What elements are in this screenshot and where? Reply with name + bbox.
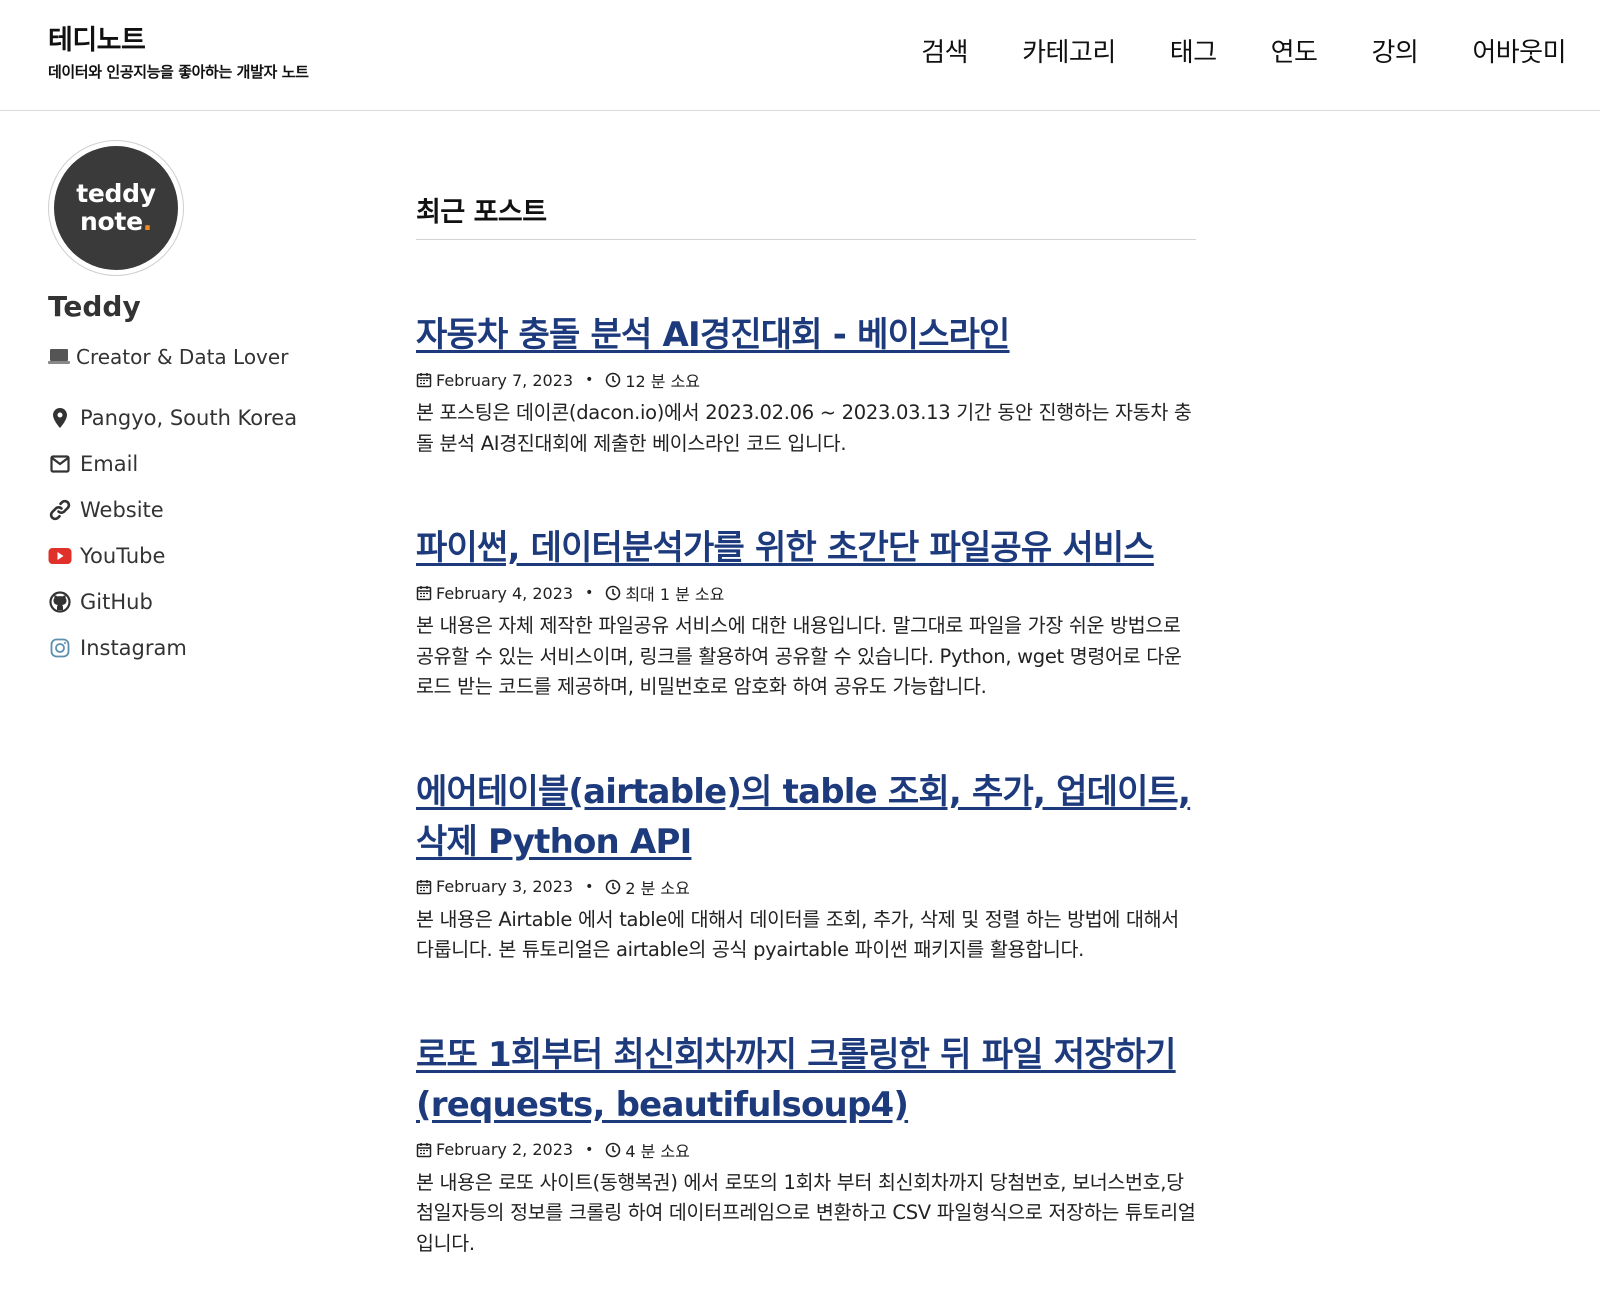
author-location: Pangyo, South Korea (48, 395, 348, 441)
recent-posts: 최근 포스트 자동차 충돌 분석 AI경진대회 - 베이스라인 February… (416, 190, 1196, 1259)
post-excerpt: 본 내용은 자체 제작한 파일공유 서비스에 대한 내용입니다. 말그대로 파일… (416, 614, 1182, 698)
envelope-icon (48, 452, 72, 476)
post-title-link[interactable]: 에어테이블(airtable)의 table 조회, 추가, 업데이트, 삭제 … (416, 767, 1196, 867)
map-pin-icon (48, 406, 72, 430)
author-link-youtube-label[interactable]: YouTube (80, 544, 165, 568)
nav-search[interactable]: 검색 (921, 32, 968, 69)
nav-lectures[interactable]: 강의 (1371, 32, 1418, 69)
post-item: 자동차 충돌 분석 AI경진대회 - 베이스라인 February 7, 202… (416, 310, 1196, 459)
author-link-github[interactable]: GitHub (48, 579, 348, 625)
masthead: 테디노트 데이터와 인공지능을 좋아하는 개발자 노트 검색 카테고리 태그 연… (0, 0, 1600, 111)
author-name: Teddy (48, 290, 141, 323)
calendar-icon (416, 1142, 432, 1158)
post-date: February 3, 2023 (436, 877, 574, 896)
author-bio: Creator & Data Lover (48, 345, 348, 369)
post-excerpt: 본 내용은 Airtable 에서 table에 대해서 데이터를 조회, 추가… (416, 907, 1179, 962)
post-date: February 7, 2023 (436, 370, 574, 390)
post-item: 로또 1회부터 최신회차까지 크롤링한 뒤 파일 저장하기 (requests,… (416, 1030, 1196, 1260)
author-link-website-label[interactable]: Website (80, 498, 164, 522)
post-read-time: 2 분 소요 (625, 878, 690, 898)
avatar-dot: . (142, 207, 153, 236)
post-read-time: 12 분 소요 (625, 372, 701, 391)
author-link-email-label[interactable]: Email (80, 452, 138, 476)
calendar-icon (416, 372, 432, 388)
post-meta: February 4, 2023 • 최대 1 분 소요 (416, 581, 1196, 605)
top-nav: 검색 카테고리 태그 연도 강의 어바웃미 (867, 32, 1566, 69)
post-title-link[interactable]: 로또 1회부터 최신회차까지 크롤링한 뒤 파일 저장하기 (requests,… (416, 1030, 1196, 1130)
author-sidebar: teddy note. Teddy Creator & Data Lover P… (48, 140, 348, 671)
post-title-link[interactable]: 파이썬, 데이터분석가를 위한 초간단 파일공유 서비스 (416, 523, 1196, 573)
post-read-time: 최대 1 분 소요 (625, 585, 725, 604)
post-excerpt: 본 포스팅은 데이콘(dacon.io)에서 2023.02.06 ~ 2023… (416, 401, 1192, 455)
post-title-link[interactable]: 자동차 충돌 분석 AI경진대회 - 베이스라인 (416, 310, 1196, 360)
post-date: February 2, 2023 (436, 1140, 574, 1159)
nav-tags[interactable]: 태그 (1170, 32, 1217, 69)
laptop-icon (48, 349, 70, 365)
meta-separator: • (585, 585, 594, 601)
youtube-icon (48, 544, 72, 568)
clock-icon (605, 879, 621, 895)
github-icon (48, 590, 72, 614)
avatar-text-line2: note. (80, 208, 152, 236)
meta-separator: • (585, 878, 594, 895)
meta-separator: • (585, 1141, 594, 1158)
post-item: 에어테이블(airtable)의 table 조회, 추가, 업데이트, 삭제 … (416, 767, 1196, 966)
post-excerpt: 본 내용은 로또 사이트(동행복권) 에서 로또의 1회차 부터 최신회차까지 … (416, 1170, 1196, 1255)
author-link-instagram-label[interactable]: Instagram (80, 636, 187, 660)
author-location-label: Pangyo, South Korea (80, 406, 298, 430)
post-read-time: 4 분 소요 (625, 1141, 690, 1161)
clock-icon (605, 372, 621, 388)
author-link-youtube[interactable]: YouTube (48, 533, 348, 579)
nav-about[interactable]: 어바웃미 (1472, 32, 1566, 69)
clock-icon (605, 585, 621, 601)
nav-categories[interactable]: 카테고리 (1022, 32, 1116, 69)
link-icon (48, 498, 72, 522)
site-title[interactable]: 테디노트 (48, 18, 146, 57)
avatar-logo: teddy note. (54, 146, 178, 270)
post-date: February 4, 2023 (436, 583, 574, 603)
author-link-instagram[interactable]: Instagram (48, 625, 348, 671)
avatar-text-line1: teddy (76, 179, 156, 208)
clock-icon (605, 1142, 621, 1158)
meta-separator: • (585, 372, 594, 388)
post-meta: February 7, 2023 • 12 분 소요 (416, 368, 1196, 392)
author-link-github-label[interactable]: GitHub (80, 590, 153, 614)
author-link-website[interactable]: Website (48, 487, 348, 533)
author-link-email[interactable]: Email (48, 441, 348, 487)
nav-year[interactable]: 연도 (1271, 32, 1318, 69)
post-meta: February 3, 2023 • 2 분 소요 (416, 875, 1196, 899)
avatar: teddy note. (48, 140, 184, 276)
calendar-icon (416, 879, 432, 895)
author-bio-text: Creator & Data Lover (76, 345, 289, 369)
post-item: 파이썬, 데이터분석가를 위한 초간단 파일공유 서비스 February 4,… (416, 523, 1196, 703)
calendar-icon (416, 585, 432, 601)
avatar-text-note: note (80, 207, 143, 236)
site-subtitle: 데이터와 인공지능을 좋아하는 개발자 노트 (48, 63, 309, 81)
post-meta: February 2, 2023 • 4 분 소요 (416, 1138, 1196, 1162)
section-title: 최근 포스트 (416, 190, 1196, 240)
author-links: Pangyo, South Korea Email Website YouTub… (48, 395, 348, 671)
instagram-icon (48, 636, 72, 660)
